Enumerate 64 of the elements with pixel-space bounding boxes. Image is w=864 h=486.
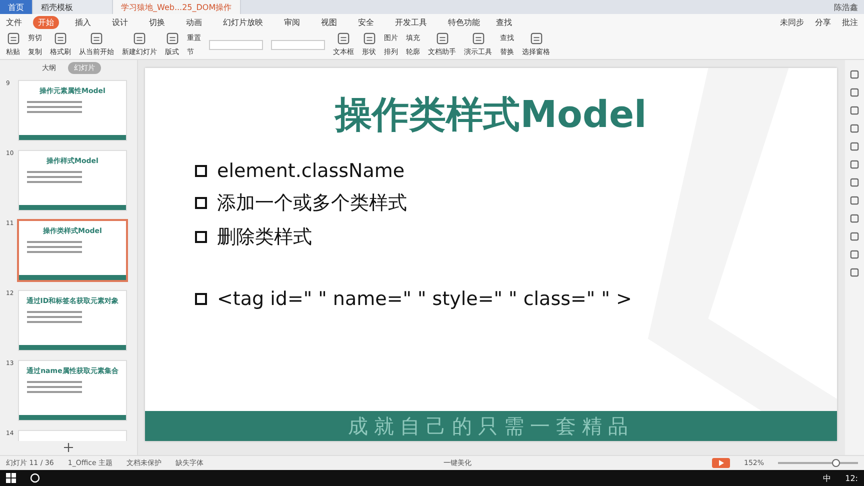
toolbar-button[interactable]: 分享 bbox=[815, 16, 831, 28]
document-icon bbox=[362, 32, 376, 45]
document-icon bbox=[6, 32, 20, 45]
document-tab[interactable]: 稻壳模板 bbox=[33, 0, 113, 14]
thumbnail-text-line bbox=[26, 171, 82, 173]
bullet-square-icon bbox=[195, 293, 207, 305]
thumbnail-text-line bbox=[26, 316, 82, 318]
thumbnail-text-line bbox=[26, 176, 82, 178]
thumbnail-text-line bbox=[26, 246, 82, 248]
slide-title: 操作类样式Model bbox=[333, 92, 648, 138]
menu-tab[interactable]: 安全 bbox=[353, 16, 379, 28]
document-icon bbox=[90, 32, 103, 45]
toolbar-button[interactable]: 批注 bbox=[842, 16, 858, 28]
file-menu[interactable]: 文件 bbox=[6, 16, 22, 28]
search-icon[interactable] bbox=[30, 473, 40, 483]
document-icon bbox=[530, 32, 542, 45]
document-icon bbox=[436, 32, 448, 45]
clock: 12: bbox=[845, 474, 858, 482]
menu-tab[interactable]: 插入 bbox=[70, 16, 96, 28]
bullet-square-icon bbox=[195, 197, 207, 209]
document-icon bbox=[337, 32, 350, 45]
font-size-field[interactable] bbox=[271, 40, 325, 50]
user-name[interactable]: 陈浩鑫 bbox=[834, 2, 858, 12]
thumbnail-text-line bbox=[26, 391, 82, 393]
bullet-text: element.className bbox=[217, 160, 405, 182]
thumbnail-text-line bbox=[26, 241, 82, 243]
thumbnail-text-line bbox=[26, 321, 82, 323]
document-icon bbox=[54, 32, 67, 45]
document-icon bbox=[133, 32, 146, 45]
thumbnail-text-line bbox=[26, 101, 82, 103]
document-tab[interactable]: 首页 bbox=[0, 0, 33, 14]
bullet-text: <tag id=" " name=" " style=" " class=" " > bbox=[217, 288, 632, 310]
bullet-square-icon bbox=[195, 231, 207, 243]
font-field[interactable] bbox=[209, 40, 263, 50]
thumbnail-text-line bbox=[26, 106, 82, 108]
document-icon bbox=[166, 32, 178, 45]
footer-text: 成就自己的只需一套精品 bbox=[348, 412, 634, 440]
menu-tab[interactable]: 开发工具 bbox=[390, 16, 432, 28]
menu-tab[interactable]: 审阅 bbox=[279, 16, 305, 28]
play-icon[interactable] bbox=[718, 460, 724, 466]
menu-tab[interactable]: 幻灯片放映 bbox=[218, 16, 268, 28]
bullet-square-icon bbox=[195, 165, 207, 177]
document-icon bbox=[472, 32, 484, 45]
document-tab[interactable]: 学习猿地_Web...25_DOM操作 bbox=[113, 0, 241, 14]
search-button[interactable]: 查找 bbox=[496, 16, 512, 28]
thumbnail-text-line bbox=[26, 381, 82, 383]
menu-tab[interactable]: 视图 bbox=[316, 16, 342, 28]
zoom-thumb[interactable] bbox=[832, 459, 840, 467]
toolbar-button[interactable]: 未同步 bbox=[780, 16, 804, 28]
play-button[interactable] bbox=[712, 458, 730, 468]
plus-icon[interactable] bbox=[64, 443, 73, 452]
menu-tab[interactable]: 动画 bbox=[181, 16, 207, 28]
menu-tab[interactable]: 设计 bbox=[107, 16, 133, 28]
menu-tab[interactable]: 特色功能 bbox=[443, 16, 485, 28]
menu-tab[interactable]: 切换 bbox=[144, 16, 170, 28]
thumbnail-text-line bbox=[26, 386, 82, 388]
thumbnail-text-line bbox=[26, 181, 82, 183]
thumbnail-text-line bbox=[26, 111, 82, 113]
input-method-indicator[interactable]: 中 bbox=[823, 472, 832, 484]
bullet-text: 添加一个或多个类样式 bbox=[217, 191, 407, 216]
thumbnail-text-line bbox=[26, 251, 82, 253]
windows-start-icon[interactable] bbox=[6, 473, 16, 483]
thumbnail-text-line bbox=[26, 311, 82, 313]
bullet-text: 删除类样式 bbox=[217, 225, 312, 250]
